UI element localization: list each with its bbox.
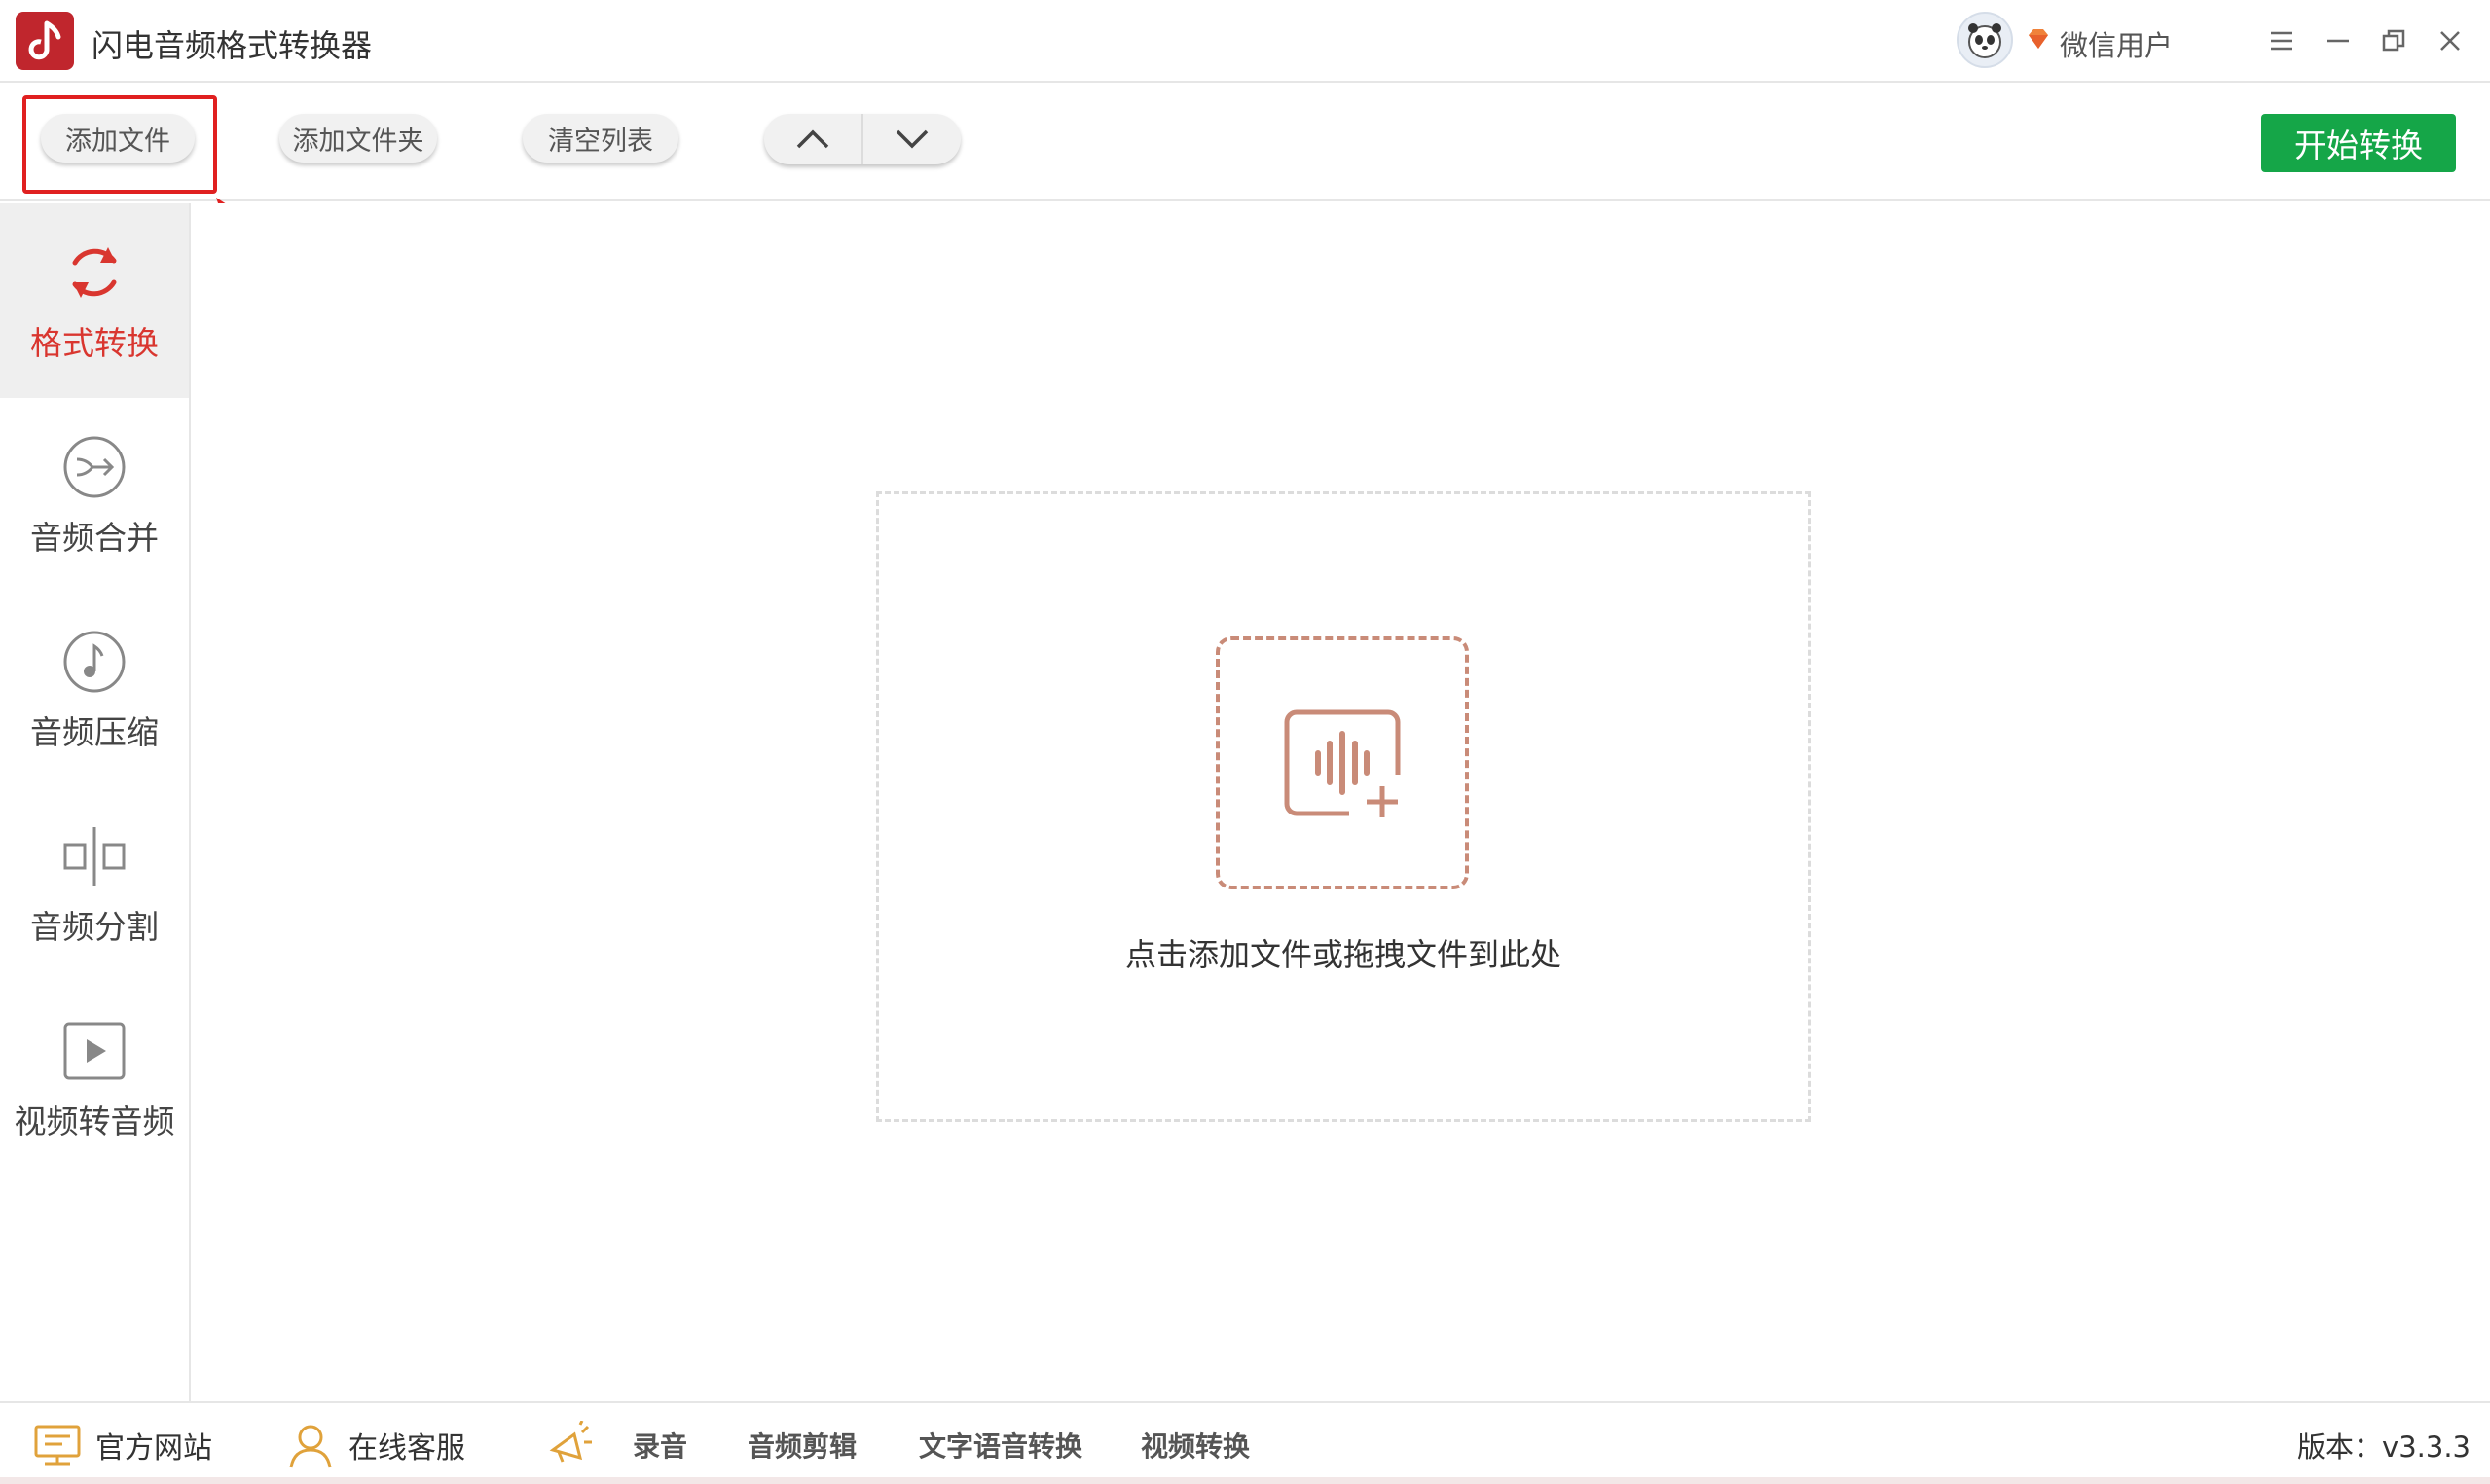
- close-icon[interactable]: [2429, 19, 2472, 62]
- official-website-label: 官方网站: [95, 1430, 212, 1466]
- sidebar-item-audio-merge[interactable]: 音频合并: [0, 398, 189, 593]
- sidebar-item-label: 格式转换: [30, 324, 159, 362]
- bottom-strip: [0, 1477, 2490, 1484]
- merge-icon: [63, 436, 126, 498]
- add-audio-icon: [1284, 709, 1401, 817]
- refresh-icon: [72, 247, 117, 298]
- user-support-icon: [289, 1425, 332, 1467]
- user-avatar[interactable]: [1957, 12, 2013, 68]
- megaphone-icon: [549, 1420, 592, 1463]
- add-audio-box[interactable]: [1216, 636, 1469, 889]
- version-text: 版本：v3.3.3: [2297, 1430, 2471, 1464]
- record-label: 录音: [633, 1430, 688, 1463]
- music-note-icon: [63, 631, 126, 693]
- online-support-label: 在线客服: [348, 1430, 465, 1466]
- clear-list-button[interactable]: 清空列表: [523, 114, 678, 163]
- chevron-up-icon: [796, 129, 829, 149]
- audio-edit-link[interactable]: 音频剪辑: [748, 1403, 857, 1484]
- sidebar-item-video-to-audio[interactable]: 视频转音频: [0, 982, 189, 1176]
- sidebar-item-audio-compress[interactable]: 音频压缩: [0, 593, 189, 787]
- file-drop-zone[interactable]: 点击添加文件或拖拽文件到此处: [876, 491, 1811, 1122]
- move-up-button[interactable]: [764, 114, 861, 164]
- sidebar-item-format-convert[interactable]: 格式转换: [0, 203, 189, 398]
- title-bar: 闪电音频格式转换器 微信用户: [0, 0, 2490, 83]
- add-folder-button[interactable]: 添加文件夹: [279, 114, 437, 163]
- split-icon: [63, 827, 126, 886]
- audio-edit-label: 音频剪辑: [748, 1430, 858, 1463]
- vip-diamond-icon: [2029, 29, 2048, 49]
- restore-icon[interactable]: [2372, 19, 2415, 62]
- main-area: 点击添加文件或拖拽文件到此处: [193, 203, 2490, 1401]
- sidebar-item-label: 音频压缩: [30, 713, 159, 751]
- tts-label: 文字语音转换: [919, 1430, 1083, 1463]
- move-buttons: [764, 114, 961, 164]
- sidebar: 格式转换 音频合并 音频压缩 音频分割 视频转音频: [0, 203, 191, 1401]
- video-play-icon: [63, 1022, 126, 1080]
- sidebar-item-label: 音频分割: [30, 908, 159, 946]
- minimize-icon[interactable]: [2317, 19, 2360, 62]
- app-title: 闪电音频格式转换器: [92, 27, 373, 64]
- record-link[interactable]: 录音: [545, 1403, 687, 1484]
- start-convert-button[interactable]: 开始转换: [2261, 114, 2456, 172]
- app-window: 闪电音频格式转换器 微信用户 添加文件 添加文件夹 清空列表 开始转换 格式转换…: [0, 0, 2490, 1484]
- drop-hint-text: 点击添加文件或拖拽文件到此处: [1124, 936, 1561, 973]
- sidebar-item-audio-split[interactable]: 音频分割: [0, 787, 189, 982]
- tts-link[interactable]: 文字语音转换: [919, 1403, 1082, 1484]
- bottom-bar: 官方网站 在线客服 录音 音频剪辑 文字语音转换 视频转换 版本：v3.3.3: [0, 1401, 2490, 1484]
- video-convert-link[interactable]: 视频转换: [1141, 1403, 1250, 1484]
- official-website-link[interactable]: 官方网站: [33, 1403, 212, 1484]
- sidebar-item-label: 视频转音频: [14, 1103, 175, 1140]
- move-down-button[interactable]: [861, 114, 961, 164]
- toolbar: 添加文件 添加文件夹 清空列表 开始转换: [0, 85, 2490, 201]
- user-name[interactable]: 微信用户: [2060, 23, 2173, 64]
- video-convert-label: 视频转换: [1141, 1430, 1251, 1463]
- add-file-button[interactable]: 添加文件: [41, 114, 195, 163]
- monitor-icon: [34, 1425, 81, 1465]
- online-support-link[interactable]: 在线客服: [286, 1403, 465, 1484]
- chevron-down-icon: [896, 129, 929, 149]
- menu-icon[interactable]: [2260, 19, 2303, 62]
- app-logo-icon: [16, 12, 74, 70]
- sidebar-item-label: 音频合并: [30, 519, 159, 557]
